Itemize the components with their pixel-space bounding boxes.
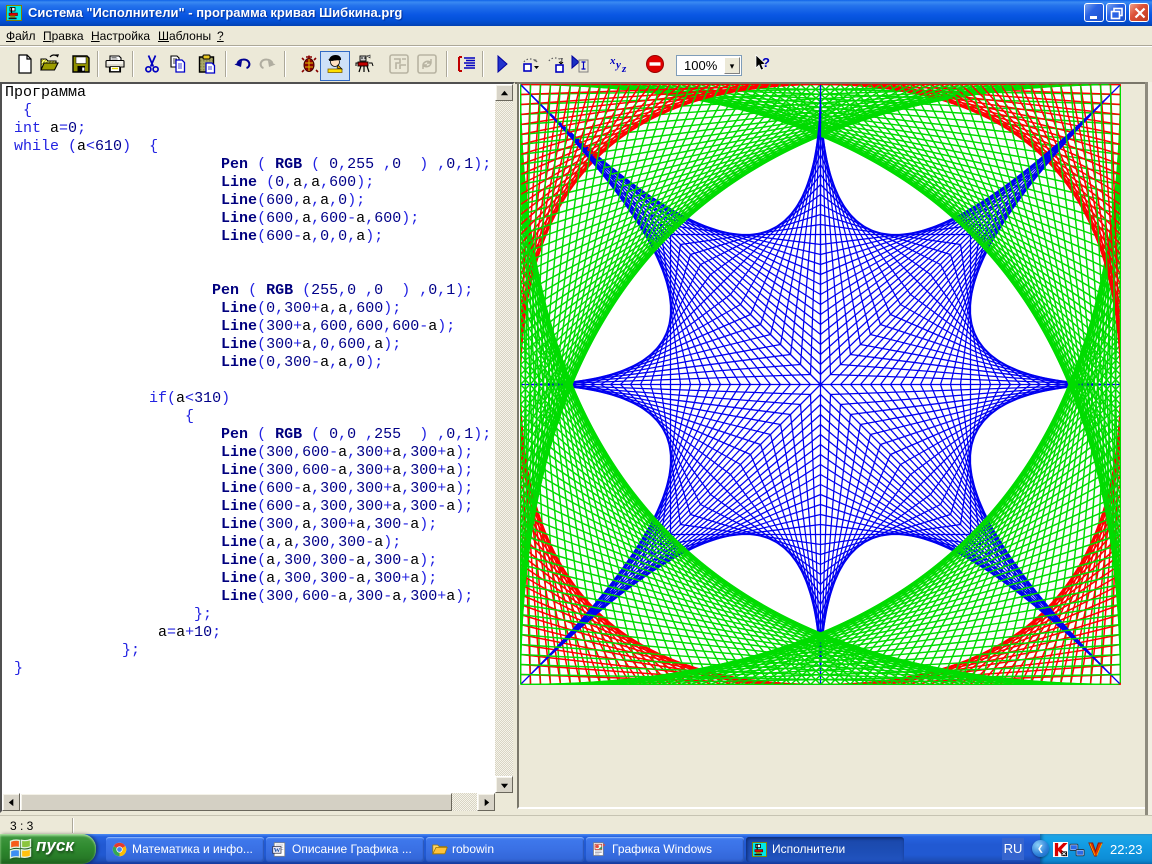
svg-text:y: y xyxy=(614,59,621,71)
svg-text:z: z xyxy=(621,63,627,74)
svg-text:?: ? xyxy=(762,55,770,70)
svg-text:W: W xyxy=(274,847,281,854)
